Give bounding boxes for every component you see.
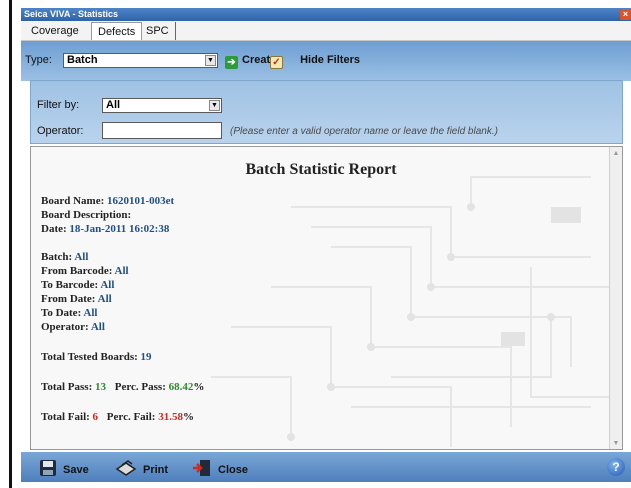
floppy-disk-icon (40, 460, 56, 476)
to-barcode-value: All (100, 279, 115, 291)
help-icon[interactable]: ? (607, 458, 625, 476)
close-label: Close (218, 464, 248, 476)
save-label: Save (63, 464, 89, 476)
filter-by-select[interactable]: All ▼ (102, 98, 222, 113)
total-tested-value: 19 (140, 351, 152, 363)
perc-fail-label: Perc. Fail: (106, 411, 156, 423)
window-close-icon[interactable]: × (620, 9, 631, 20)
to-date-value: All (83, 307, 98, 319)
report-operator-value: All (90, 321, 105, 333)
batch-label: Batch: (41, 251, 73, 263)
from-barcode-label: From Barcode: (41, 265, 113, 277)
left-border-line (9, 0, 12, 488)
bottom-action-bar: Save Print Close ? (21, 452, 631, 482)
arrow-right-icon: ➔ (225, 56, 238, 69)
filters-panel: Filter by: All ▼ Operator: (Please enter… (30, 80, 623, 144)
from-barcode-value: All (114, 265, 129, 277)
exit-door-icon (193, 460, 210, 476)
pass-row: Total Pass: 13 Perc. Pass: 68.42% (41, 381, 204, 393)
operator-hint: (Please enter a valid operator name or l… (230, 126, 498, 137)
from-date-label: From Date: (41, 293, 96, 305)
scroll-down-icon[interactable]: ▼ (610, 437, 622, 449)
filter-by-label: Filter by: (37, 99, 80, 111)
chevron-down-icon[interactable]: ▼ (209, 100, 220, 111)
print-label: Print (143, 464, 169, 476)
perc-pass-value: 68.42 (168, 381, 194, 393)
board-name-row: Board Name: 1620101-003et (41, 195, 174, 207)
to-date-row: To Date: All (41, 307, 97, 319)
type-select[interactable]: Batch ▼ (63, 53, 218, 68)
window-title: Seica VIVA - Statistics (24, 9, 119, 19)
board-name-label: Board Name: (41, 195, 105, 207)
chevron-down-icon[interactable]: ▼ (205, 55, 216, 66)
total-pass-value: 13 (95, 381, 106, 393)
perc-fail-value: 31.58 (158, 411, 183, 423)
total-pass-label: Total Pass: (41, 381, 93, 393)
from-date-value: All (97, 293, 112, 305)
filter-check-icon: ✓ (270, 56, 283, 69)
operator-input-value (103, 127, 106, 139)
perc-pass-label: Perc. Pass: (114, 381, 166, 393)
tab-spc[interactable]: SPC (140, 22, 176, 40)
hide-filters-button[interactable]: ✓ Hide Filters (270, 52, 360, 69)
type-label: Type: (25, 54, 52, 66)
from-barcode-row: From Barcode: All (41, 265, 129, 277)
to-date-label: To Date: (41, 307, 82, 319)
batch-row: Batch: All (41, 251, 88, 263)
tab-strip: Coverage Defects SPC (21, 21, 631, 41)
filter-by-value: All (106, 99, 121, 111)
perc-fail-sign: % (182, 411, 194, 423)
report-scrollbar[interactable]: ▲ ▼ (609, 147, 622, 449)
fail-row: Total Fail: 6 Perc. Fail: 31.58% (41, 411, 194, 423)
total-tested-label: Total Tested Boards: (41, 351, 138, 363)
report-operator-row: Operator: All (41, 321, 105, 333)
perc-pass-sign: % (193, 381, 205, 393)
report-operator-label: Operator: (41, 321, 89, 333)
total-fail-label: Total Fail: (41, 411, 90, 423)
total-fail-value: 6 (92, 411, 99, 423)
tab-coverage[interactable]: Coverage (25, 22, 85, 40)
title-bar: Seica VIVA - Statistics × (21, 8, 631, 21)
circuit-background-image (211, 176, 611, 447)
scroll-up-icon[interactable]: ▲ (610, 147, 622, 159)
statistics-window: Seica VIVA - Statistics × Coverage Defec… (21, 8, 631, 482)
total-tested-row: Total Tested Boards: 19 (41, 351, 152, 363)
save-button[interactable]: Save (39, 459, 89, 477)
date-row: Date: 18-Jan-2011 16:02:38 (41, 223, 169, 235)
close-button[interactable]: Close (192, 459, 248, 477)
type-select-value: Batch (67, 54, 98, 66)
board-name-value: 1620101-003et (107, 195, 175, 207)
report-view: Batch Statistic Report Board Name: 16201… (30, 146, 623, 450)
batch-value: All (74, 251, 89, 263)
to-barcode-label: To Barcode: (41, 279, 99, 291)
board-description-row: Board Description: (41, 209, 131, 221)
report-title: Batch Statistic Report (245, 161, 397, 178)
create-button[interactable]: ➔ Create (225, 52, 276, 69)
tab-defects[interactable]: Defects (91, 22, 143, 40)
print-button[interactable]: Print (115, 459, 168, 477)
hide-filters-label: Hide Filters (300, 54, 360, 66)
from-date-row: From Date: All (41, 293, 112, 305)
date-label: Date: (41, 223, 67, 235)
operator-label: Operator: (37, 125, 84, 137)
printer-icon (115, 460, 137, 476)
to-barcode-row: To Barcode: All (41, 279, 114, 291)
operator-input[interactable] (102, 122, 222, 139)
type-toolbar: Type: Batch ▼ ➔ Create ✓ Hide Filters (21, 41, 631, 81)
date-value: 18-Jan-2011 16:02:38 (69, 223, 170, 235)
board-description-label: Board Description: (41, 209, 132, 221)
